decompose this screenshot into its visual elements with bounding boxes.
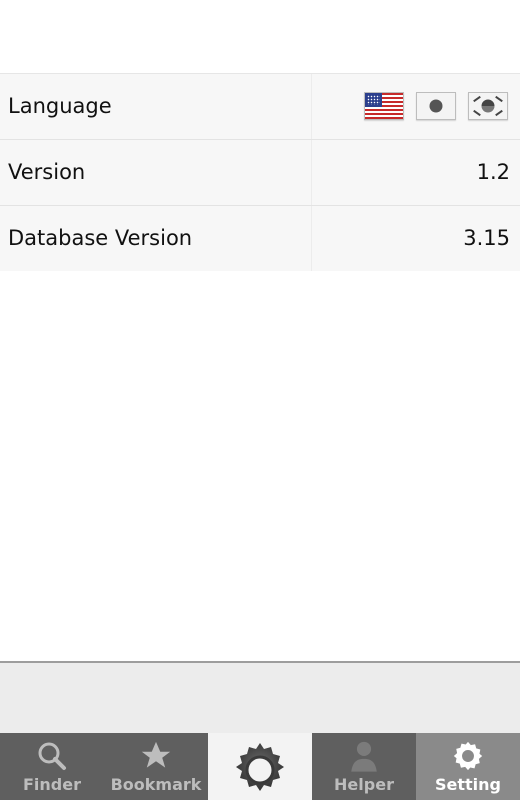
language-label: Language — [8, 94, 112, 118]
tab-bookmark[interactable]: Bookmark — [104, 733, 208, 800]
top-spacer — [0, 0, 520, 73]
database-version-value: 3.15 — [463, 226, 510, 250]
japan-flag-icon[interactable] — [416, 92, 456, 120]
gear-icon — [416, 739, 520, 773]
tab-helper-label: Helper — [334, 775, 394, 794]
star-icon — [104, 739, 208, 773]
us-flag-icon[interactable] — [364, 92, 404, 120]
bottom-panel — [0, 661, 520, 735]
version-value: 1.2 — [476, 160, 510, 184]
tab-finder-label: Finder — [23, 775, 81, 794]
tab-home[interactable] — [208, 733, 312, 800]
tab-bookmark-label: Bookmark — [110, 775, 202, 794]
gear-emblem-icon — [208, 737, 312, 797]
row-divider — [311, 206, 312, 271]
tab-setting[interactable]: Setting — [416, 733, 520, 800]
version-row: Version 1.2 — [0, 140, 520, 206]
tab-setting-label: Setting — [435, 775, 501, 794]
row-divider — [311, 74, 312, 139]
settings-table: Language Version 1.2 Database Version 3.… — [0, 73, 520, 271]
tab-bar: Finder Bookmark Helper Setting — [0, 733, 520, 800]
search-icon — [0, 739, 104, 773]
korea-flag-icon[interactable] — [468, 92, 508, 120]
tab-finder[interactable]: Finder — [0, 733, 104, 800]
database-version-label: Database Version — [8, 226, 193, 250]
version-label: Version — [8, 160, 86, 184]
language-flags — [364, 92, 508, 120]
row-divider — [311, 140, 312, 205]
person-icon — [312, 739, 416, 773]
tab-helper[interactable]: Helper — [312, 733, 416, 800]
language-row: Language — [0, 74, 520, 140]
database-version-row: Database Version 3.15 — [0, 206, 520, 271]
